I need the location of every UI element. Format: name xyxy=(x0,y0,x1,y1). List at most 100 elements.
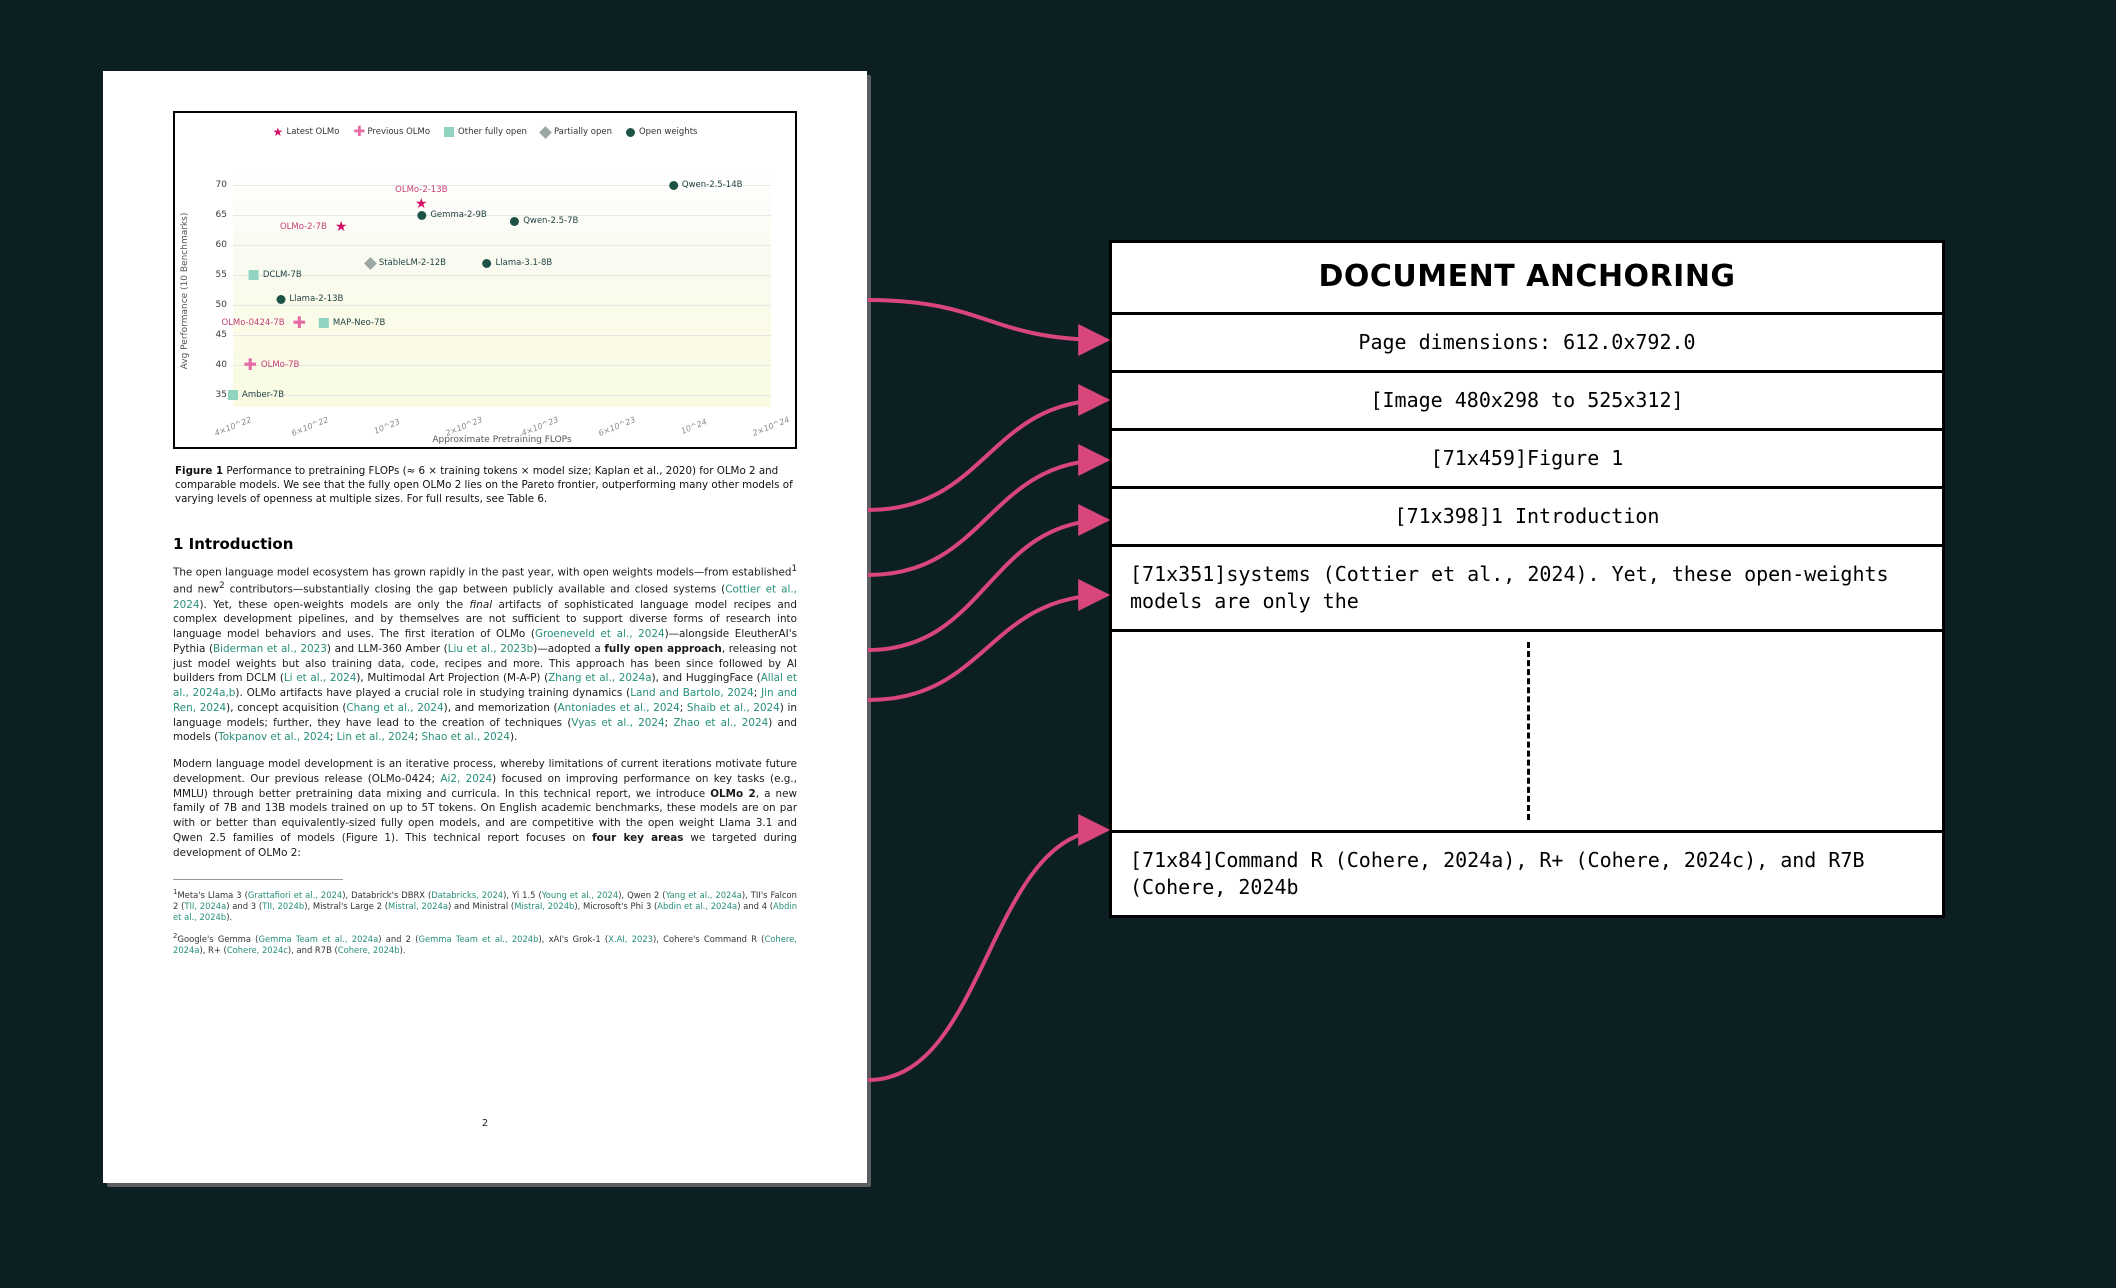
point-label: OLMo-2-7B xyxy=(280,222,327,232)
y-tick: 55 xyxy=(216,270,227,280)
figure-caption-text: Performance to pretraining FLOPs (≈ 6 × … xyxy=(175,465,793,505)
data-point: DCLM-7B xyxy=(249,270,302,280)
y-tick: 65 xyxy=(216,210,227,220)
legend-plus-icon: ✚ xyxy=(353,127,363,137)
anchoring-row-command-r: [71x84]Command R (Cohere, 2024a), R+ (Co… xyxy=(1112,830,1942,915)
point-label: StableLM-2-12B xyxy=(379,258,446,268)
y-tick: 45 xyxy=(216,330,227,340)
point-label: OLMo-7B xyxy=(261,360,299,370)
data-point: Qwen-2.5-14B xyxy=(669,180,743,190)
intro-paragraph-1: The open language model ecosystem has gr… xyxy=(173,563,797,745)
legend-sq-icon xyxy=(444,127,454,137)
chart-legend: ★ Latest OLMo ✚ Previous OLMo Other fully op… xyxy=(189,127,781,137)
dot-marker-icon xyxy=(669,181,678,190)
figure-caption: Figure 1 Performance to pretraining FLOP… xyxy=(175,465,795,507)
anchoring-row-systems: [71x351]systems (Cottier et al., 2024). … xyxy=(1112,544,1942,629)
y-axis: 35 40 45 50 55 60 65 70 xyxy=(189,167,233,407)
point-label: DCLM-7B xyxy=(263,270,302,280)
legend-item: Partially open xyxy=(541,127,612,137)
connector-arrow xyxy=(868,595,1107,700)
stage: ★ Latest OLMo ✚ Previous OLMo Other fully op… xyxy=(0,0,2116,1288)
sq-marker-icon xyxy=(319,318,329,328)
plus-marker-icon: ✚ xyxy=(244,360,257,370)
star-marker-icon: ★ xyxy=(335,222,348,232)
point-label: Qwen-2.5-14B xyxy=(682,180,743,190)
footnote-rule xyxy=(173,879,343,880)
footnote-1: 1Meta's Llama 3 (Grattafiori et al., 202… xyxy=(173,888,797,924)
x-axis-label: Approximate Pretraining FLOPs xyxy=(233,435,771,445)
point-label: Llama-3.1-8B xyxy=(496,258,553,268)
star-marker-icon: ★ xyxy=(415,199,428,209)
data-point: MAP-Neo-7B xyxy=(319,318,385,328)
legend-dot-icon xyxy=(626,128,635,137)
legend-label: Other fully open xyxy=(458,127,527,137)
point-label: Amber-7B xyxy=(242,390,284,400)
data-point: OLMo-2-13B ★ xyxy=(395,185,447,209)
anchoring-table: DOCUMENT ANCHORING Page dimensions: 612.… xyxy=(1109,240,1945,918)
point-label: Qwen-2.5-7B xyxy=(523,216,578,226)
point-label: OLMo-2-13B xyxy=(395,185,447,195)
legend-label: Partially open xyxy=(554,127,612,137)
anchoring-title: DOCUMENT ANCHORING xyxy=(1112,243,1942,312)
data-point: OLMo-0424-7B ✚ xyxy=(221,318,306,328)
y-tick: 40 xyxy=(216,360,227,370)
plus-marker-icon: ✚ xyxy=(293,318,306,328)
anchoring-row-dimensions: Page dimensions: 612.0x792.0 xyxy=(1112,312,1942,370)
anchoring-row-introduction: [71x398]1 Introduction xyxy=(1112,486,1942,544)
data-point: OLMo-2-7B ★ xyxy=(280,222,347,232)
data-point: Qwen-2.5-7B xyxy=(510,216,578,226)
legend-item: Other fully open xyxy=(444,127,527,137)
chart-frame: ★ Latest OLMo ✚ Previous OLMo Other fully op… xyxy=(173,111,797,449)
legend-item: ★ Latest OLMo xyxy=(273,127,340,137)
y-tick: 35 xyxy=(216,390,227,400)
paper-page: ★ Latest OLMo ✚ Previous OLMo Other fully op… xyxy=(103,71,867,1183)
paper-inner: ★ Latest OLMo ✚ Previous OLMo Other fully op… xyxy=(173,111,797,1133)
connector-arrow xyxy=(868,300,1107,340)
footnote-2: 2Google's Gemma (Gemma Team et al., 2024… xyxy=(173,932,797,956)
dot-marker-icon xyxy=(510,217,519,226)
point-label: MAP-Neo-7B xyxy=(333,318,385,328)
data-point: Llama-3.1-8B xyxy=(483,258,553,268)
data-point: StableLM-2-12B xyxy=(366,258,446,268)
scatter-chart: Avg Performance (10 Benchmarks) 35404550… xyxy=(189,141,781,441)
connector-arrow xyxy=(868,400,1107,510)
vertical-dashed-line xyxy=(1527,642,1530,820)
intro-paragraph-2: Modern language model development is an … xyxy=(173,757,797,860)
x-tick: 10^24 xyxy=(680,417,708,435)
x-axis: 4×10^226×10^2210^232×10^234×10^236×10^23… xyxy=(233,411,771,431)
legend-item: ✚ Previous OLMo xyxy=(353,127,430,137)
legend-star-icon: ★ xyxy=(273,127,283,137)
y-tick: 60 xyxy=(216,240,227,250)
plot-area: OLMo-2-13B★OLMo-2-7B★Gemma-2-9BQwen-2.5-… xyxy=(233,167,771,407)
y-tick: 50 xyxy=(216,300,227,310)
dot-marker-icon xyxy=(276,295,285,304)
legend-dia-icon xyxy=(539,126,552,139)
connector-arrow xyxy=(868,830,1107,1080)
sq-marker-icon xyxy=(249,270,259,280)
figure-label: Figure 1 xyxy=(175,465,223,477)
legend-label: Previous OLMo xyxy=(367,127,430,137)
legend-label: Open weights xyxy=(639,127,698,137)
y-tick: 70 xyxy=(216,180,227,190)
anchoring-row-figure1: [71x459]Figure 1 xyxy=(1112,428,1942,486)
legend-label: Latest OLMo xyxy=(287,127,340,137)
point-label: Gemma-2-9B xyxy=(430,210,486,220)
x-tick: 10^23 xyxy=(372,417,400,435)
data-point: Amber-7B xyxy=(228,390,284,400)
connector-arrow xyxy=(868,460,1107,575)
sq-marker-icon xyxy=(228,390,238,400)
dot-marker-icon xyxy=(417,211,426,220)
data-point: Llama-2-13B xyxy=(276,294,343,304)
connector-arrow xyxy=(868,520,1107,650)
data-point: Gemma-2-9B xyxy=(417,210,486,220)
data-point: ✚ OLMo-7B xyxy=(244,360,300,370)
point-label: Llama-2-13B xyxy=(289,294,343,304)
anchoring-row-image: [Image 480x298 to 525x312] xyxy=(1112,370,1942,428)
dia-marker-icon xyxy=(364,257,377,270)
legend-item: Open weights xyxy=(626,127,698,137)
page-number: 2 xyxy=(173,1118,797,1129)
dot-marker-icon xyxy=(483,259,492,268)
section-heading-introduction: 1 Introduction xyxy=(173,535,797,553)
anchoring-row-ellipsis xyxy=(1112,629,1942,830)
point-label: OLMo-0424-7B xyxy=(221,318,284,328)
